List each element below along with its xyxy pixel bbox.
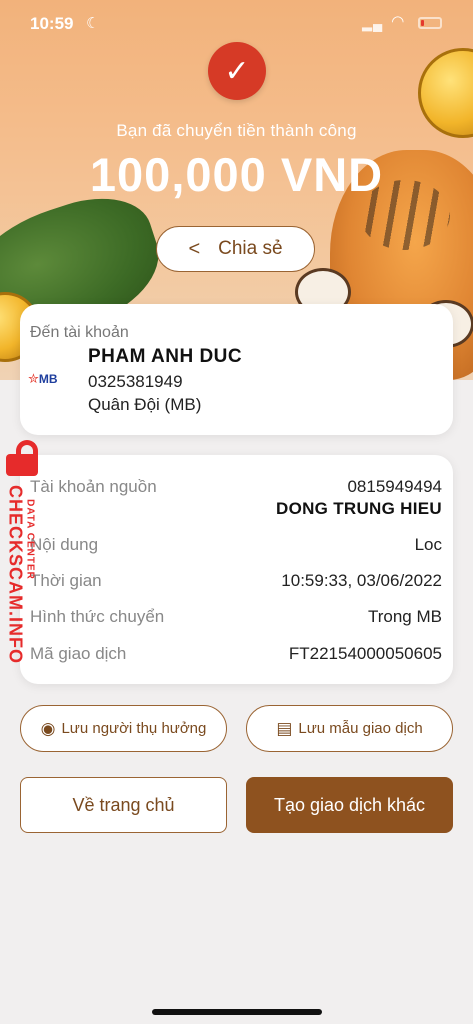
checkscam-watermark: DATA CENTER CHECKSCAM.INFO [2,436,52,666]
source-account-name: DONG TRUNG HIEU [276,499,442,518]
save-recipient-button[interactable]: ◉ Lưu người thụ hưởng [20,705,227,752]
home-indicator[interactable] [152,1009,322,1015]
success-check-icon: ✓ [208,42,266,100]
source-account-number: 0815949494 [347,477,442,496]
save-recipient-label: Lưu người thụ hưởng [61,720,207,737]
save-template-label: Lưu mẫu giao dịch [298,720,423,737]
new-transaction-button[interactable]: Tạo giao dịch khác [246,777,453,833]
document-icon: ▤ [276,718,293,738]
destination-account-card: Đến tài khoản ✮MB PHAM ANH DUC 032538194… [20,304,453,435]
source-account-row: Tài khoản nguồn 0815949494 DONG TRUNG HI… [30,477,442,521]
user-circle-icon: ◉ [40,718,56,738]
recipient-name: PHAM ANH DUC [88,346,243,367]
transaction-id-value: FT22154000050605 [288,644,442,663]
moon-icon: ☾ [86,15,100,32]
recipient-account-number: 0325381949 [88,372,183,391]
success-message: Bạn đã chuyển tiền thành công [116,121,357,140]
share-button[interactable]: < Chia sẻ [156,226,315,272]
time-value: 10:59:33, 03/06/2022 [281,571,442,590]
wifi-icon: ◠ [392,13,404,30]
status-bar: 10:59 ☾ ▂▄ ◠ [0,0,473,46]
save-template-button[interactable]: ▤ Lưu mẫu giao dịch [246,705,453,752]
share-icon: < [188,237,201,260]
share-button-label: Chia sẻ [218,238,283,259]
destination-label: Đến tài khoản [30,324,129,341]
transaction-detail-card: Tài khoản nguồn 0815949494 DONG TRUNG HI… [20,455,453,684]
signal-icon: ▂▄ [362,16,384,31]
recipient-bank-name: Quân Đội (MB) [88,395,202,414]
home-button[interactable]: Về trang chủ [20,777,227,833]
status-time: 10:59 [30,14,74,33]
transfer-amount: 100,000 VND [89,148,384,201]
content-value: Loc [414,535,442,554]
method-value: Trong MB [367,607,442,626]
battery-low-icon [418,17,442,29]
watermark-subtext: DATA CENTER [24,499,36,580]
mb-bank-logo: ✮MB [28,371,58,386]
watermark-brand: CHECKSCAM.INFO [5,485,26,664]
